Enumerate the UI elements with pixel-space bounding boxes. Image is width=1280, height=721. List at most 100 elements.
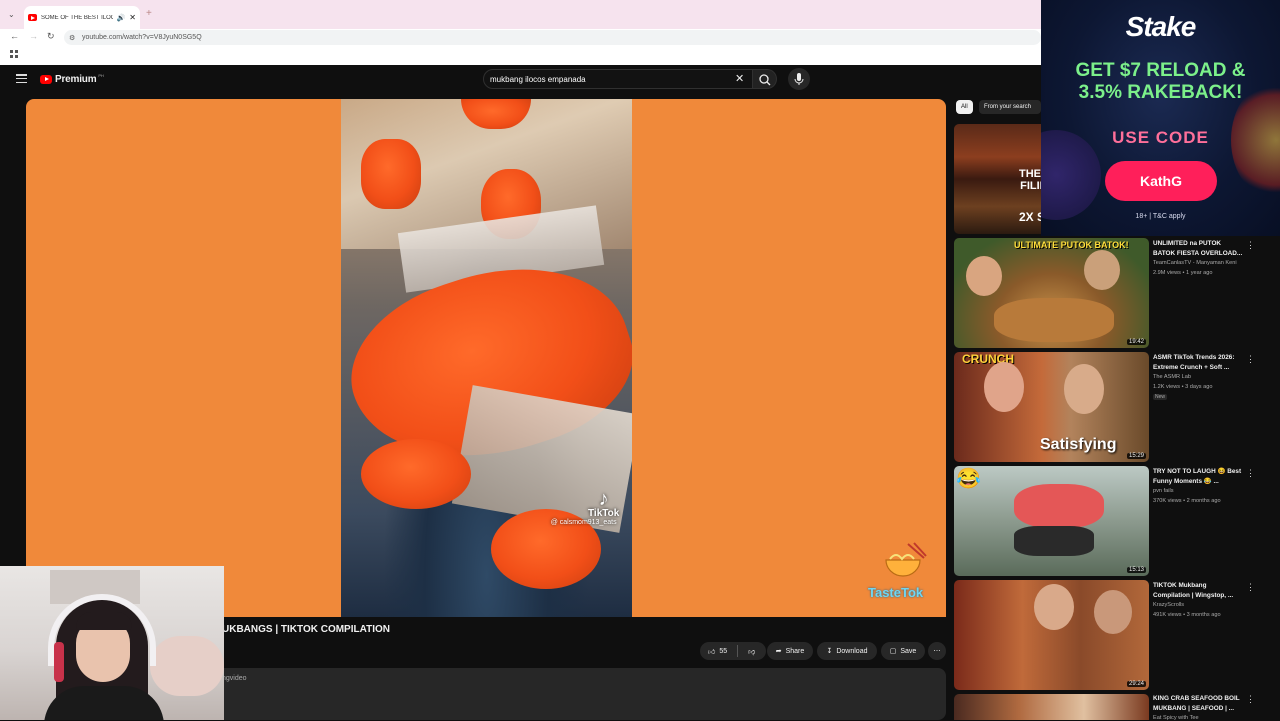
video-title: UKBANGS | TIKTOK COMPILATION	[222, 624, 390, 635]
download-button[interactable]: ↧ Download	[817, 642, 877, 660]
channel-name[interactable]: TeamCanlasTV - Manyaman Keni	[1153, 260, 1237, 266]
video-thumbnail-partial[interactable]: THE FILIP 2X S	[954, 124, 1041, 234]
share-label: Share	[785, 647, 805, 655]
download-label: Download	[836, 647, 868, 655]
thumbs-up-icon: 👍︎	[708, 648, 716, 656]
video-meta: 370K views • 2 months ago	[1153, 498, 1221, 504]
download-icon: ↧	[826, 648, 833, 655]
stake-advertisement[interactable]: Stake GET $7 RELOAD & 3.5% RAKEBACK! USE…	[1041, 0, 1280, 236]
video-meta: 2.9M views • 1 year ago	[1153, 270, 1213, 276]
speaker-icon[interactable]: 🔊	[117, 14, 126, 22]
youtube-favicon	[28, 14, 37, 21]
tiktok-note-icon: ♪	[598, 488, 609, 510]
video-title-link[interactable]: TIKTOK Mukbang Compilation | Wingstop, .…	[1153, 581, 1243, 601]
video-title-link[interactable]: ASMR TikTok Trends 2026: Extreme Crunch …	[1153, 353, 1243, 373]
chip-all[interactable]: All	[956, 100, 973, 114]
video-thumbnail[interactable]: 😂 15:13	[954, 466, 1149, 576]
hamburger-menu-icon[interactable]	[16, 74, 27, 83]
like-dislike-group: 👍︎ 55 👎︎	[700, 642, 766, 660]
video-thumbnail[interactable]: CRUNCH Satisfying 15:29	[954, 352, 1149, 462]
channel-name[interactable]: KrazyScrolls	[1153, 602, 1184, 608]
video-title-link[interactable]: UNLIMITED na PUTOK BATOK FIESTA OVERLOAD…	[1153, 239, 1243, 259]
video-title-link[interactable]: KING CRAB SEAFOOD BOIL MUKBANG | SEAFOOD…	[1153, 694, 1243, 714]
channel-name[interactable]: pvn fails	[1153, 488, 1174, 494]
search-button[interactable]	[753, 69, 777, 89]
reload-icon[interactable]: ↻	[47, 31, 55, 42]
back-icon[interactable]: ←	[10, 31, 19, 41]
forward-icon[interactable]: →	[29, 31, 38, 41]
more-actions-button[interactable]: ⋯	[928, 642, 946, 660]
ad-terms: 18+ | T&C apply	[1135, 213, 1186, 220]
save-label: Save	[900, 647, 917, 655]
more-dots-icon: ⋯	[933, 648, 941, 655]
noodle-bowl-icon	[885, 542, 927, 577]
dislike-button[interactable]: 👎︎	[748, 647, 755, 656]
logo-country: PH	[98, 72, 104, 78]
video-title-link[interactable]: TRY NOT TO LAUGH 😆 Best Funny Moments 😂 …	[1153, 467, 1243, 487]
partial-thumb-text-2: FILIP	[1020, 180, 1041, 192]
more-options-icon[interactable]: ⋮	[1246, 354, 1255, 365]
thumb-caption-2: Satisfying	[1040, 436, 1117, 453]
partial-thumb-text-3: 2X S	[1018, 210, 1041, 224]
tastetok-text: TasteTok	[868, 585, 924, 600]
apps-grid-icon[interactable]	[10, 50, 18, 58]
tiktok-handle: @ calsmom913_eats	[550, 519, 617, 526]
video-frame[interactable]	[341, 99, 632, 617]
video-meta: 1.2K views • 3 days ago	[1153, 384, 1213, 390]
voice-search-button[interactable]	[788, 68, 810, 90]
thumb-caption: 😂	[956, 468, 981, 490]
ad-cta-button[interactable]: KathG	[1105, 161, 1217, 201]
clear-search-icon[interactable]: ✕	[735, 72, 744, 85]
video-meta: 491K views • 3 months ago	[1153, 612, 1221, 618]
video-duration: 29:24	[1126, 681, 1146, 687]
new-badge: New	[1153, 394, 1168, 400]
chip-from-your-search[interactable]: From your search	[979, 100, 1041, 114]
search-input[interactable]: mukbang ilocos empanada	[483, 69, 753, 89]
video-duration: 15:29	[1126, 453, 1146, 459]
thumb-caption: ULTIMATE PUTOK BATOK!	[1014, 240, 1129, 250]
bookmarks-bar	[0, 46, 1041, 65]
video-duration: 15:13	[1126, 567, 1146, 573]
new-tab-button[interactable]: +	[146, 8, 152, 19]
more-options-icon[interactable]: ⋮	[1246, 240, 1255, 251]
share-button[interactable]: ➦ Share	[767, 642, 813, 660]
like-button[interactable]: 👍︎ 55	[708, 647, 727, 656]
tab-search-icon[interactable]: ⌄	[8, 10, 15, 19]
youtube-premium-logo[interactable]: Premium PH	[40, 73, 104, 86]
ad-headline: GET $7 RELOAD & 3.5% RAKEBACK!	[1075, 60, 1246, 103]
more-options-icon[interactable]: ⋮	[1246, 694, 1255, 705]
address-bar[interactable]: ⚙ youtube.com/watch?v=V8JyuN0SG5Q	[64, 30, 1041, 45]
channel-name[interactable]: The ASMR Lab	[1153, 374, 1191, 380]
browser-tab-active[interactable]: SOME OF THE BEST ILOCO... 🔊 ✕	[24, 6, 140, 29]
more-options-icon[interactable]: ⋮	[1246, 582, 1255, 593]
partial-thumb-text-1: THE	[1019, 168, 1041, 180]
site-info-icon[interactable]: ⚙	[69, 34, 75, 42]
url-text: youtube.com/watch?v=V8JyuN0SG5Q	[82, 34, 202, 41]
tiktok-watermark: ♪ TikTok @ calsmom913_eats	[551, 488, 620, 526]
thumbs-down-icon: 👎︎	[748, 648, 756, 656]
ad-code-label: USE CODE	[1112, 128, 1209, 147]
more-options-icon[interactable]: ⋮	[1246, 468, 1255, 479]
tab-title: SOME OF THE BEST ILOCO...	[41, 14, 113, 21]
browser-tab-bar	[0, 0, 1041, 29]
description-fragment: ngvideo	[222, 675, 247, 682]
bookmark-icon: ▢	[889, 648, 897, 655]
share-icon: ➦	[775, 648, 782, 655]
tastetok-watermark: TasteTok	[868, 542, 940, 602]
tiktok-label: TikTok	[588, 508, 620, 519]
microphone-icon	[794, 73, 804, 85]
search-icon	[759, 74, 771, 86]
tab-close-icon[interactable]: ✕	[129, 13, 136, 22]
logo-text: Premium	[55, 74, 97, 85]
video-duration: 19:42	[1126, 339, 1146, 345]
webcam-overlay	[0, 566, 224, 720]
search-query: mukbang ilocos empanada	[490, 74, 586, 84]
channel-name[interactable]: Eat Spicy with Tee	[1153, 715, 1199, 721]
video-thumbnail[interactable]: 29:24	[954, 580, 1149, 690]
video-thumbnail[interactable]	[954, 694, 1149, 720]
youtube-play-icon	[40, 75, 52, 84]
save-button[interactable]: ▢ Save	[881, 642, 925, 660]
video-thumbnail[interactable]: ULTIMATE PUTOK BATOK! 19:42	[954, 238, 1149, 348]
ad-brand: Stake	[1125, 11, 1197, 42]
like-count: 55	[719, 647, 728, 655]
